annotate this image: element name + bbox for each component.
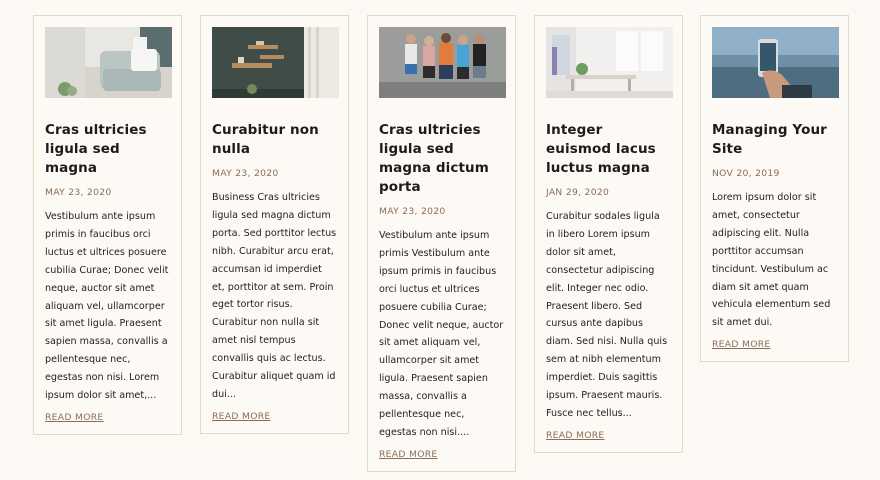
post-excerpt: Curabitur sodales ligula in libero Lorem…	[546, 211, 668, 419]
read-more-link[interactable]: READ MORE	[546, 430, 605, 442]
post-title[interactable]: Managing Your Site	[712, 121, 837, 159]
post-excerpt: Lorem ipsum dolor sit amet, consectetur …	[712, 192, 831, 329]
post-card: Managing Your Site NOV 20, 2019 Lorem ip…	[700, 15, 849, 363]
post-image-armchair[interactable]	[45, 27, 172, 98]
post-card: Integer euismod lacus luctus magna JAN 2…	[534, 15, 683, 453]
blog-post-grid: Cras ultricies ligula sed magna MAY 23, …	[0, 0, 880, 480]
post-excerpt: Vestibulum ante ipsum primis Vestibulum …	[379, 230, 504, 438]
post-date: NOV 20, 2019	[712, 168, 780, 179]
post-image-friends[interactable]	[379, 27, 506, 98]
post-date: MAY 23, 2020	[45, 187, 112, 198]
post-title[interactable]: Curabitur non nulla	[212, 121, 337, 159]
post-image-phone[interactable]	[712, 27, 839, 98]
post-title[interactable]: Cras ultricies ligula sed magna dictum p…	[379, 121, 504, 197]
post-date: MAY 23, 2020	[212, 168, 279, 179]
post-date: MAY 23, 2020	[379, 206, 446, 217]
post-image-shelves[interactable]	[212, 27, 339, 98]
read-more-link[interactable]: READ MORE	[712, 339, 771, 351]
read-more-link[interactable]: READ MORE	[379, 449, 438, 461]
post-card: Curabitur non nulla MAY 23, 2020 Busines…	[200, 15, 349, 434]
post-title[interactable]: Cras ultricies ligula sed magna	[45, 121, 170, 178]
post-card: Cras ultricies ligula sed magna MAY 23, …	[33, 15, 182, 435]
post-image-dining-room[interactable]	[546, 27, 673, 98]
post-card: Cras ultricies ligula sed magna dictum p…	[367, 15, 516, 472]
post-date: JAN 29, 2020	[546, 187, 610, 198]
post-excerpt: Vestibulum ante ipsum primis in faucibus…	[45, 211, 169, 402]
read-more-link[interactable]: READ MORE	[212, 411, 271, 423]
post-title[interactable]: Integer euismod lacus luctus magna	[546, 121, 671, 178]
post-excerpt: Business Cras ultricies ligula sed magna…	[212, 192, 337, 400]
read-more-link[interactable]: READ MORE	[45, 412, 104, 424]
